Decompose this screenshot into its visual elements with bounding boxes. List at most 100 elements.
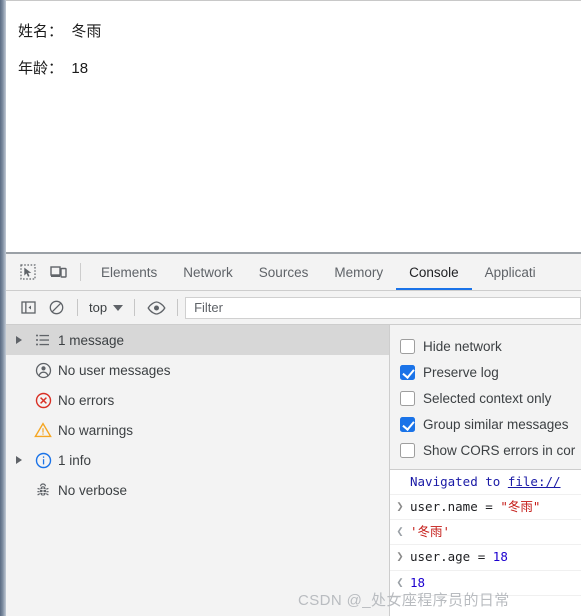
result-arrow-icon: ❮: [396, 574, 404, 589]
sidebar-item-label: 1 message: [58, 332, 125, 348]
page-text-line: 年龄： 18: [18, 60, 581, 79]
screenshot-root: 姓名： 冬雨 年龄： 18 Elements Network Sources M…: [0, 0, 581, 616]
console-message-text: user.name = "冬雨": [410, 498, 540, 516]
setting-label: Hide network: [423, 338, 502, 354]
toolbar-divider-2: [134, 299, 136, 316]
devtools-tabs: Elements Network Sources Memory Console Appli…: [88, 254, 549, 290]
page-field-label: 年龄：: [18, 59, 64, 77]
sidebar-item-label: No errors: [58, 392, 115, 408]
tab-label: Console: [409, 264, 459, 280]
tab-applicati[interactable]: Applicati: [472, 254, 549, 290]
page-content: 姓名： 冬雨年龄： 18: [6, 1, 581, 79]
console-message-list: Navigated to file:// ❯ user.name = "冬雨" ❮ '冬…: [390, 470, 581, 616]
console-main: Hide network Preserve log Selected context…: [390, 325, 581, 616]
bug-icon: [28, 482, 58, 498]
inspect-element-icon[interactable]: [13, 254, 43, 290]
setting-hide-network[interactable]: Hide network: [400, 333, 581, 359]
checkbox-unchecked-icon[interactable]: [400, 442, 415, 458]
info-icon: [28, 452, 58, 469]
setting-label: Show CORS errors in cor: [423, 442, 576, 458]
console-sidebar: 1 message No user messages No errors No war…: [6, 325, 390, 616]
person-icon: [28, 362, 58, 379]
error-icon: [28, 392, 58, 409]
toolbar-divider-3: [177, 299, 179, 316]
page-field-label: 姓名：: [18, 23, 64, 40]
sidebar-item-label: No warnings: [58, 422, 134, 438]
message-token: '冬雨': [410, 524, 451, 540]
console-message-input: ❯ user.name = "冬雨": [390, 495, 581, 521]
tabbar-divider: [80, 263, 81, 281]
console-body: 1 message No user messages No errors No war…: [6, 325, 581, 616]
console-message-text: user.age = 18: [410, 548, 508, 566]
tab-label: Network: [183, 264, 233, 280]
tab-memory[interactable]: Memory: [321, 254, 396, 290]
setting-preserve-log[interactable]: Preserve log: [400, 359, 581, 385]
console-message-output: ❮ '冬雨': [390, 520, 581, 546]
tab-label: Sources: [258, 264, 309, 280]
warning-icon: [28, 422, 58, 438]
sidebar-item-no-warnings[interactable]: No warnings: [6, 415, 389, 445]
eye-icon[interactable]: [142, 295, 170, 321]
tab-console[interactable]: Console: [396, 254, 472, 290]
console-message-input: ❯ user.age = 18: [390, 545, 581, 571]
console-message-navigated: Navigated to file://: [390, 470, 581, 496]
message-token: 18: [492, 549, 508, 565]
tab-sources[interactable]: Sources: [246, 254, 322, 290]
sidebar-toggle-icon[interactable]: [14, 295, 42, 321]
expand-arrow-icon[interactable]: [10, 456, 28, 464]
setting-label: Selected context only: [423, 390, 552, 406]
sidebar-item-no-verbose[interactable]: No verbose: [6, 475, 389, 505]
message-token: Navigated to: [410, 474, 508, 489]
setting-show-cors-errors-in-cor[interactable]: Show CORS errors in cor: [400, 437, 581, 463]
page-field-value: 冬雨: [71, 23, 102, 40]
tab-elements[interactable]: Elements: [88, 254, 170, 290]
prompt-arrow-icon: ❯: [396, 549, 404, 564]
clear-console-icon[interactable]: [42, 295, 70, 321]
execution-context-selector[interactable]: top: [85, 300, 127, 315]
tab-network[interactable]: Network: [170, 254, 246, 290]
sidebar-item-label: 1 info: [58, 452, 92, 468]
tab-label: Applicati: [484, 264, 536, 280]
tab-label: Memory: [334, 264, 384, 280]
filter-input[interactable]: [194, 300, 572, 315]
console-settings-pane: Hide network Preserve log Selected context…: [390, 325, 581, 470]
console-message-text: '冬雨': [410, 523, 450, 541]
console-toolbar: top: [6, 291, 581, 325]
checkbox-checked-icon[interactable]: [400, 364, 415, 380]
message-token: user.age =: [410, 549, 493, 565]
setting-label: Group similar messages: [423, 416, 569, 432]
devtools-panel: Elements Network Sources Memory Console Appli…: [6, 252, 581, 616]
sidebar-item-1-message[interactable]: 1 message: [6, 325, 389, 355]
message-token[interactable]: file://: [508, 474, 561, 489]
toolbar-divider-1: [77, 299, 78, 316]
page-viewport: 姓名： 冬雨年龄： 18: [6, 0, 581, 250]
sidebar-item-1-info[interactable]: 1 info: [6, 445, 389, 475]
sidebar-item-no-user-messages[interactable]: No user messages: [6, 355, 389, 385]
list-icon: [28, 332, 58, 348]
page-field-value: 18: [71, 59, 89, 77]
setting-selected-context-only[interactable]: Selected context only: [400, 385, 581, 411]
checkbox-unchecked-icon[interactable]: [400, 390, 415, 406]
sidebar-item-no-errors[interactable]: No errors: [6, 385, 389, 415]
message-token: 18: [410, 574, 426, 590]
setting-group-similar-messages[interactable]: Group similar messages: [400, 411, 581, 437]
sidebar-item-label: No user messages: [58, 362, 171, 378]
prompt-arrow-icon: ❯: [396, 499, 404, 514]
sidebar-item-label: No verbose: [58, 482, 128, 498]
console-message-text: 18: [410, 574, 425, 592]
filter-field[interactable]: [185, 296, 581, 319]
checkbox-unchecked-icon[interactable]: [400, 338, 415, 354]
console-message-output: ❮ 18: [390, 571, 581, 596]
devtools-tabbar: Elements Network Sources Memory Console Appli…: [6, 254, 581, 291]
tab-label: Elements: [101, 264, 158, 280]
execution-context-value: top: [89, 300, 108, 315]
result-arrow-icon: ❮: [396, 524, 404, 539]
checkbox-checked-icon[interactable]: [400, 416, 415, 432]
setting-label: Preserve log: [423, 364, 499, 380]
message-token: "冬雨": [500, 499, 541, 515]
expand-arrow-icon[interactable]: [10, 336, 28, 344]
chevron-down-icon: [113, 304, 124, 311]
message-token: user.name =: [410, 499, 501, 515]
console-message-text: Navigated to file://: [410, 473, 561, 491]
device-toolbar-icon[interactable]: [43, 254, 73, 290]
